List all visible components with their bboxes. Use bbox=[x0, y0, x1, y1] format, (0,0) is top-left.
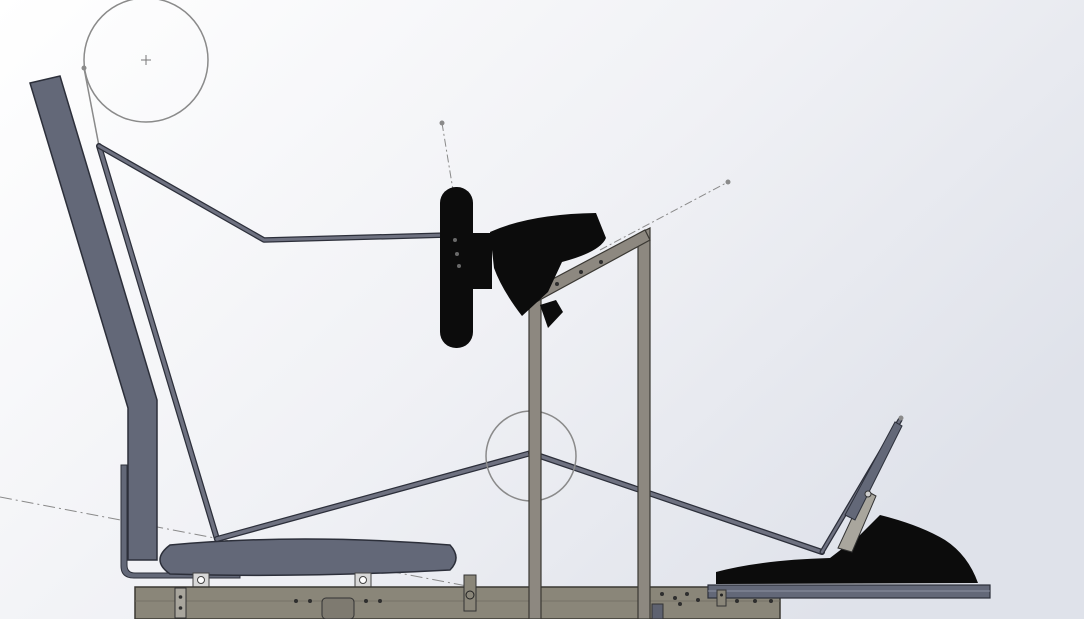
steering-wheel[interactable] bbox=[440, 187, 473, 348]
cad-viewport[interactable] bbox=[0, 0, 1084, 619]
cad-drawing-canvas[interactable] bbox=[0, 0, 1084, 619]
base-end-plate bbox=[174, 587, 187, 619]
stand-axis-endpoint bbox=[725, 179, 731, 185]
wheel-axis-endpoint bbox=[439, 120, 445, 126]
base-block bbox=[651, 603, 664, 619]
toe-endpoint bbox=[898, 415, 904, 421]
neck-endpoint bbox=[81, 65, 87, 71]
adjuster-knob[interactable] bbox=[463, 574, 477, 612]
seat-cushion[interactable] bbox=[159, 538, 457, 577]
stand-rear-post bbox=[637, 227, 651, 619]
base-rail bbox=[134, 586, 781, 619]
base-clamp bbox=[321, 597, 355, 619]
stand-front-post bbox=[528, 287, 542, 619]
